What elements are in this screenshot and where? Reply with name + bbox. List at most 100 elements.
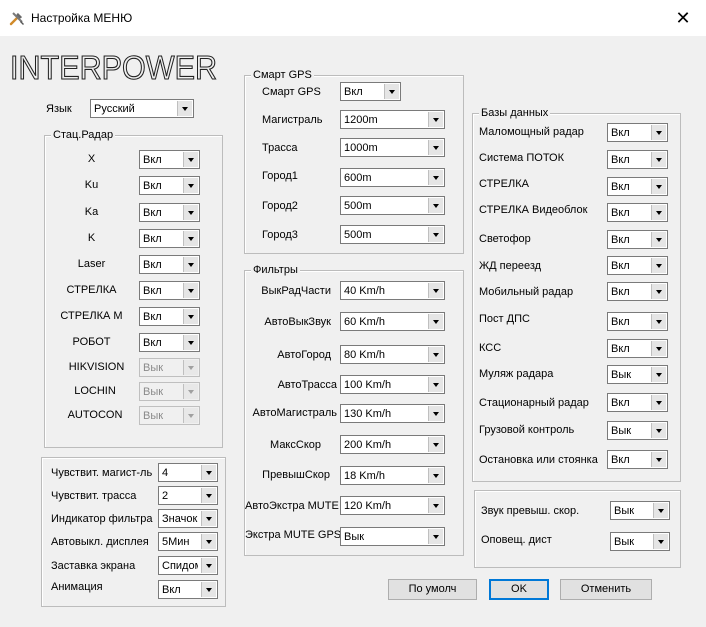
- smart-gps-label: Смарт GPS: [262, 86, 321, 98]
- dropdown-value: Вкл: [611, 260, 630, 272]
- overspeed-sound-dropdown[interactable]: Вык: [610, 501, 670, 520]
- db-potok-dropdown[interactable]: Вкл: [607, 150, 668, 169]
- dropdown-value: Спидометр: [162, 560, 198, 572]
- db-truck-control-dropdown[interactable]: Вык: [607, 421, 668, 440]
- dropdown-value: Вкл: [143, 259, 162, 271]
- gps-city1-label: Город1: [262, 170, 298, 182]
- chevron-down-icon: [183, 205, 198, 220]
- dropdown-value: Вкл: [611, 343, 630, 355]
- chevron-down-icon: [201, 534, 216, 549]
- chevron-down-icon: [428, 347, 443, 362]
- filter-auto-mute-dropdown[interactable]: 60 Km/h: [340, 312, 445, 331]
- filter-overspeed-label: ПревышСкор: [262, 469, 330, 481]
- dropdown-value: Вкл: [611, 154, 630, 166]
- stat-radar-ka-dropdown[interactable]: Вкл: [139, 203, 200, 222]
- db-strelka-video-dropdown[interactable]: Вкл: [607, 203, 668, 222]
- sens-track-dropdown[interactable]: 2: [158, 486, 218, 505]
- filter-extra-mute-gps-dropdown[interactable]: Вык: [340, 527, 445, 546]
- db-traffic-light-dropdown[interactable]: Вкл: [607, 230, 668, 249]
- chevron-down-icon: [651, 125, 666, 140]
- dropdown-value: Вык: [143, 386, 164, 398]
- gps-track-label: Трасса: [262, 142, 298, 154]
- db-stationary-radar-label: Стационарный радар: [479, 397, 589, 409]
- sens-track-label: Чувствит. трасса: [51, 490, 137, 502]
- dropdown-value: Вык: [344, 531, 365, 543]
- chevron-down-icon: [651, 423, 666, 438]
- dropdown-value: Вкл: [162, 584, 181, 596]
- filter-extra-mute-gps-label: Экстра MUTE GPS: [245, 529, 342, 541]
- dropdown-value: Вкл: [611, 454, 630, 466]
- stat-radar-laser-dropdown[interactable]: Вкл: [139, 255, 200, 274]
- stat-radar-hikvision-dropdown: Вык: [139, 358, 200, 377]
- ok-button[interactable]: OK: [489, 579, 549, 600]
- chevron-down-icon: [651, 258, 666, 273]
- defaults-button[interactable]: По умолч: [388, 579, 477, 600]
- gps-city3-dropdown[interactable]: 500m: [340, 225, 445, 244]
- gps-track-dropdown[interactable]: 1000m: [340, 138, 445, 157]
- dropdown-value: Вык: [611, 369, 632, 381]
- db-strelka-dropdown[interactable]: Вкл: [607, 177, 668, 196]
- db-stop-parking-dropdown[interactable]: Вкл: [607, 450, 668, 469]
- filter-overspeed-dropdown[interactable]: 18 Km/h: [340, 466, 445, 485]
- dropdown-value: 100 Km/h: [344, 379, 392, 391]
- db-kss-dropdown[interactable]: Вкл: [607, 339, 668, 358]
- close-button[interactable]: ✕: [660, 0, 706, 36]
- stat-radar-x-dropdown[interactable]: Вкл: [139, 150, 200, 169]
- logo-text: INTERPOWER: [10, 49, 217, 84]
- filter-auto-highway-dropdown[interactable]: 130 Km/h: [340, 404, 445, 423]
- db-kss-label: КСС: [479, 342, 502, 354]
- gps-city1-dropdown[interactable]: 600m: [340, 168, 445, 187]
- filter-radar-off-dropdown[interactable]: 40 Km/h: [340, 281, 445, 300]
- filter-indicator-dropdown[interactable]: Значок: [158, 509, 218, 528]
- smart-gps-title: Смарт GPS: [251, 68, 314, 82]
- db-dps-post-dropdown[interactable]: Вкл: [607, 312, 668, 331]
- filter-auto-track-dropdown[interactable]: 100 Km/h: [340, 375, 445, 394]
- db-low-power-radar-dropdown[interactable]: Вкл: [607, 123, 668, 142]
- chevron-down-icon: [428, 227, 443, 242]
- chevron-down-icon: [201, 511, 216, 526]
- dropdown-value: Вкл: [143, 233, 162, 245]
- db-railway-crossing-dropdown[interactable]: Вкл: [607, 256, 668, 275]
- dropdown-value: Вкл: [611, 234, 630, 246]
- smart-gps-dropdown[interactable]: Вкл: [340, 82, 401, 101]
- distance-alert-dropdown[interactable]: Вык: [610, 532, 670, 551]
- chevron-down-icon: [183, 152, 198, 167]
- dropdown-value: Вкл: [611, 316, 630, 328]
- db-mobile-radar-dropdown[interactable]: Вкл: [607, 282, 668, 301]
- filter-max-speed-dropdown[interactable]: 200 Km/h: [340, 435, 445, 454]
- close-icon: ✕: [675, 8, 691, 28]
- stat-radar-strelka-m-dropdown[interactable]: Вкл: [139, 307, 200, 326]
- dropdown-value: 60 Km/h: [344, 316, 385, 328]
- cancel-button[interactable]: Отменить: [560, 579, 652, 600]
- chevron-down-icon: [183, 408, 198, 423]
- db-dummy-radar-dropdown[interactable]: Вык: [607, 365, 668, 384]
- animation-dropdown[interactable]: Вкл: [158, 580, 218, 599]
- filter-auto-extra-mute-dropdown[interactable]: 120 Km/h: [340, 496, 445, 515]
- filter-auto-city-dropdown[interactable]: 80 Km/h: [340, 345, 445, 364]
- db-stationary-radar-dropdown[interactable]: Вкл: [607, 393, 668, 412]
- chevron-down-icon: [651, 284, 666, 299]
- sens-highway-dropdown[interactable]: 4: [158, 463, 218, 482]
- chevron-down-icon: [653, 534, 668, 549]
- chevron-down-icon: [651, 205, 666, 220]
- screensaver-dropdown[interactable]: Спидометр: [158, 556, 218, 575]
- chevron-down-icon: [651, 179, 666, 194]
- dropdown-value: Вкл: [611, 127, 630, 139]
- dropdown-value: Вык: [614, 536, 635, 548]
- animation-label: Анимация: [51, 581, 103, 593]
- stat-radar-robot-dropdown[interactable]: Вкл: [139, 333, 200, 352]
- stat-radar-strelka-dropdown[interactable]: Вкл: [139, 281, 200, 300]
- dropdown-value: 1200m: [344, 114, 378, 126]
- screensaver-label: Заставка экрана: [51, 560, 136, 572]
- window-title: Настройка МЕНЮ: [31, 11, 133, 25]
- language-dropdown[interactable]: Русский: [90, 99, 194, 118]
- gps-city2-dropdown[interactable]: 500m: [340, 196, 445, 215]
- filter-auto-highway-label: АвтоМагистраль: [252, 407, 337, 419]
- display-autooff-dropdown[interactable]: 5Мин: [158, 532, 218, 551]
- databases-title: Базы данных: [479, 106, 551, 120]
- chevron-down-icon: [201, 582, 216, 597]
- stat-radar-k-dropdown[interactable]: Вкл: [139, 229, 200, 248]
- db-mobile-radar-label: Мобильный радар: [479, 286, 574, 298]
- stat-radar-ku-dropdown[interactable]: Вкл: [139, 176, 200, 195]
- gps-highway-dropdown[interactable]: 1200m: [340, 110, 445, 129]
